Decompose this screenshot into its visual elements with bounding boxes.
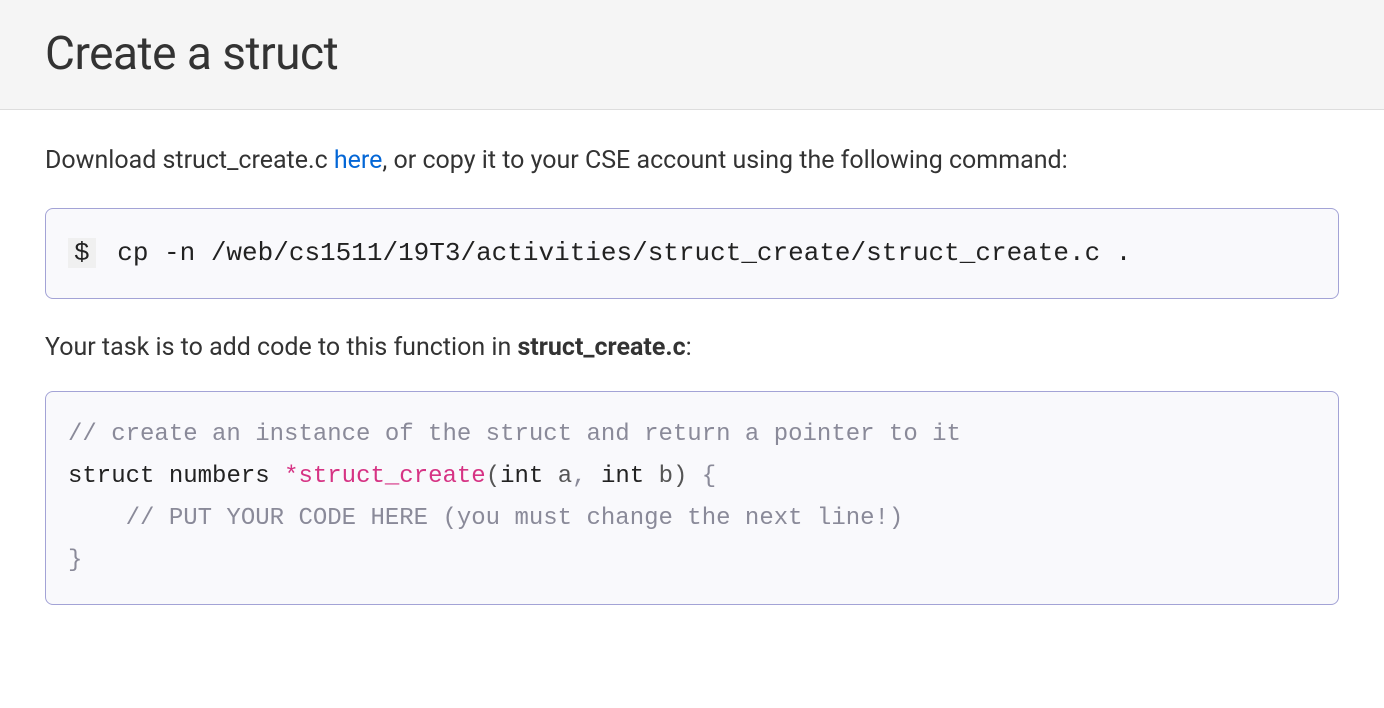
code-keyword-struct: struct bbox=[68, 463, 154, 490]
code-brace-open: { bbox=[702, 463, 716, 490]
code-comment-2: // PUT YOUR CODE HERE (you must change t… bbox=[126, 505, 904, 532]
intro-suffix: , or copy it to your CSE account using t… bbox=[382, 146, 1067, 175]
intro-paragraph: Download struct_create.c here, or copy i… bbox=[45, 140, 1339, 183]
content-section: Download struct_create.c here, or copy i… bbox=[0, 110, 1384, 635]
command-prompt: $ bbox=[68, 238, 96, 268]
code-param-b: b bbox=[659, 463, 673, 490]
intro-prefix: Download struct_create.c bbox=[45, 146, 334, 175]
header-section: Create a struct bbox=[0, 0, 1384, 110]
task-filename: struct_create.c bbox=[517, 333, 685, 362]
command-text: cp -n /web/cs1511/19T3/activities/struct… bbox=[117, 238, 1131, 268]
code-paren-open: ( bbox=[486, 463, 500, 490]
code-keyword-int1: int bbox=[500, 463, 543, 490]
code-keyword-int2: int bbox=[601, 463, 644, 490]
code-type-numbers: numbers bbox=[169, 463, 270, 490]
code-star: * bbox=[284, 463, 298, 490]
page-title: Create a struct bbox=[45, 20, 1339, 89]
task-suffix: : bbox=[686, 333, 692, 362]
code-funcname: struct_create bbox=[298, 463, 485, 490]
code-brace-close: } bbox=[68, 547, 82, 574]
code-param-a: a bbox=[558, 463, 572, 490]
task-paragraph: Your task is to add code to this functio… bbox=[45, 329, 1339, 367]
code-comma: , bbox=[572, 463, 586, 490]
command-block: $ cp -n /web/cs1511/19T3/activities/stru… bbox=[45, 208, 1339, 299]
code-block: // create an instance of the struct and … bbox=[45, 391, 1339, 605]
code-comment-1: // create an instance of the struct and … bbox=[68, 421, 961, 448]
code-paren-close: ) bbox=[673, 463, 687, 490]
task-prefix: Your task is to add code to this functio… bbox=[45, 333, 517, 362]
download-link[interactable]: here bbox=[334, 146, 383, 175]
